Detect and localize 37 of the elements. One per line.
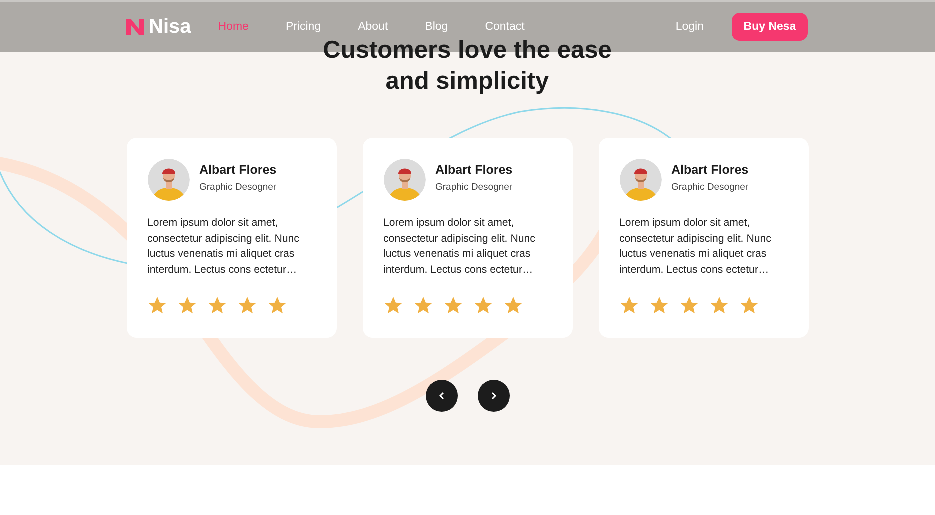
star-icon	[620, 296, 638, 315]
login-link[interactable]: Login	[676, 21, 704, 33]
previous-button[interactable]	[426, 380, 458, 412]
nav-link[interactable]: About	[358, 21, 388, 33]
star-icon	[414, 296, 432, 315]
logo-icon	[126, 19, 144, 35]
person-name: Albart Flores	[436, 163, 513, 177]
star-icon	[710, 296, 728, 315]
testimonial-text: Lorem ipsum dolor sit amet, consectetur adipiscing elit. Nunc luctus venenatis mi aliquet cras interdum. Lectus cons ectetur…	[148, 216, 300, 278]
nav-link[interactable]: Home	[218, 21, 249, 33]
star-icon	[474, 296, 492, 315]
star-icon	[178, 296, 196, 315]
next-button[interactable]	[478, 380, 510, 412]
star-icon	[208, 296, 226, 315]
person-role: Graphic Desogner	[436, 182, 513, 193]
nav-link[interactable]: Pricing	[286, 21, 322, 33]
star-icon	[740, 296, 758, 315]
person-name: Albart Flores	[672, 163, 749, 177]
testimonial-text: Lorem ipsum dolor sit amet, consectetur adipiscing elit. Nunc luctus venenatis mi aliquet cras interdum. Lectus cons ectetur…	[620, 216, 772, 278]
star-icon	[680, 296, 698, 315]
person-role: Graphic Desogner	[200, 182, 277, 193]
star-icon	[238, 296, 256, 315]
nav-link[interactable]: Contact	[485, 21, 525, 33]
star-icon	[384, 296, 402, 315]
nav-link[interactable]: Blog	[425, 21, 448, 33]
person-role: Graphic Desogner	[672, 182, 749, 193]
person-name: Albart Flores	[200, 163, 277, 177]
star-icon	[650, 296, 668, 315]
chevron-left-icon	[436, 391, 446, 401]
testimonial-text: Lorem ipsum dolor sit amet, consectetur adipiscing elit. Nunc luctus venenatis mi aliquet cras interdum. Lectus cons ectetur…	[384, 216, 536, 278]
logo-text: Nisa	[149, 16, 192, 38]
section-title: Customers love the ease and simplicity	[322, 36, 613, 97]
star-icon	[504, 296, 522, 315]
star-icon	[444, 296, 462, 315]
star-icon	[148, 296, 166, 315]
star-icon	[268, 296, 286, 315]
buy-button[interactable]: Buy Nesa	[732, 13, 808, 41]
